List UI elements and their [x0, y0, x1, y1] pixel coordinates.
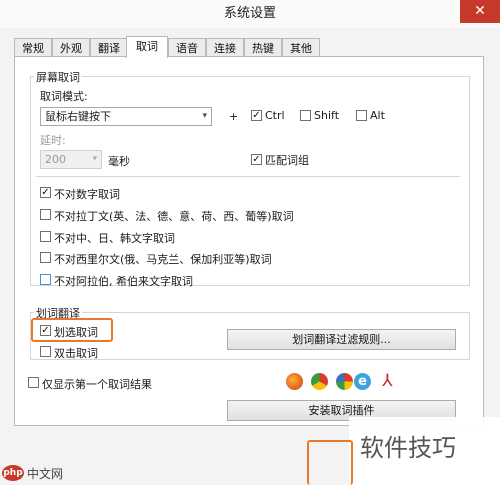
chrome-icon[interactable] — [311, 373, 328, 390]
alt-checkbox[interactable] — [356, 110, 367, 121]
shift-checkbox[interactable] — [300, 110, 311, 121]
exclude-cjk-checkbox[interactable] — [40, 231, 51, 242]
tab-capture-word[interactable]: 取词 — [126, 36, 168, 58]
check-icon: ✓ — [252, 154, 261, 165]
opera-icon[interactable] — [336, 373, 353, 390]
delay-value: 200 — [45, 153, 66, 166]
window-title: 系统设置 — [223, 6, 276, 21]
chevron-down-icon: ▾ — [202, 111, 207, 121]
capture-mode-select[interactable]: 鼠标右键按下 ▾ — [40, 107, 212, 126]
exclude-latin-label: 不对拉丁文(英、法、德、意、荷、西、葡等)取词 — [54, 210, 294, 223]
capture-mode-value: 鼠标右键按下 — [45, 110, 111, 123]
check-icon: ✓ — [41, 187, 50, 198]
select-word-checkbox[interactable]: ✓ — [40, 325, 51, 336]
double-click-checkbox[interactable] — [40, 346, 51, 357]
tab-appearance[interactable]: 外观 — [52, 38, 90, 57]
select-word-label: 划选取词 — [54, 326, 98, 339]
check-icon: ✓ — [252, 110, 261, 121]
exclude-cyrillic-checkbox[interactable] — [40, 252, 51, 263]
firefox-icon[interactable] — [286, 373, 303, 390]
exclude-cyrillic-label: 不对西里尔文(俄、马克兰、保加利亚等)取词 — [54, 253, 272, 266]
shift-label: Shift — [314, 109, 340, 122]
site-name: 中文网 — [27, 467, 64, 481]
match-phrase-checkbox[interactable]: ✓ — [251, 154, 262, 165]
double-click-label: 双击取词 — [54, 347, 98, 360]
exclude-arabic-checkbox[interactable] — [40, 274, 51, 285]
delay-select[interactable]: 200 ▾ — [40, 150, 102, 169]
match-phrase-label: 匹配词组 — [265, 154, 309, 167]
capture-mode-label: 取词模式: — [40, 90, 88, 103]
tab-hotkeys[interactable]: 热键 — [244, 38, 282, 57]
screen-capture-group-title: 屏幕取词 — [34, 69, 82, 85]
ctrl-checkbox[interactable]: ✓ — [251, 110, 262, 121]
plus-sign: + — [229, 110, 239, 123]
tab-translate[interactable]: 翻译 — [90, 38, 128, 57]
delay-label: 延时: — [40, 134, 66, 147]
tab-voice[interactable]: 语音 — [168, 38, 206, 57]
exclude-cjk-label: 不对中、日、韩文字取词 — [54, 232, 175, 245]
delay-unit: 毫秒 — [108, 155, 130, 168]
alt-label: Alt — [370, 109, 385, 122]
exclude-digits-label: 不对数字取词 — [54, 188, 120, 201]
ctrl-label: Ctrl — [265, 109, 285, 122]
exclude-arabic-label: 不对阿拉伯, 希伯来文字取词 — [54, 275, 193, 288]
tab-connection[interactable]: 连接 — [206, 38, 244, 57]
ok-button-highlight — [307, 440, 353, 485]
close-button[interactable]: ✕ — [460, 0, 500, 23]
watermark-text: 软件技巧 — [360, 434, 456, 462]
ie-icon[interactable]: e — [354, 373, 371, 390]
tab-general[interactable]: 常规 — [14, 38, 52, 57]
tab-other[interactable]: 其他 — [282, 38, 320, 57]
exclude-digits-checkbox[interactable]: ✓ — [40, 187, 51, 198]
divider — [36, 176, 460, 177]
check-icon: ✓ — [41, 325, 50, 336]
first-result-only-checkbox[interactable] — [28, 377, 39, 388]
exclude-latin-checkbox[interactable] — [40, 209, 51, 220]
filter-rules-button[interactable]: 划词翻译过滤规则... — [227, 329, 456, 350]
chevron-down-icon: ▾ — [92, 154, 97, 164]
php-logo: php — [2, 465, 24, 481]
first-result-only-label: 仅显示第一个取词结果 — [42, 378, 152, 391]
pdf-icon[interactable]: ⅄ — [379, 371, 396, 391]
